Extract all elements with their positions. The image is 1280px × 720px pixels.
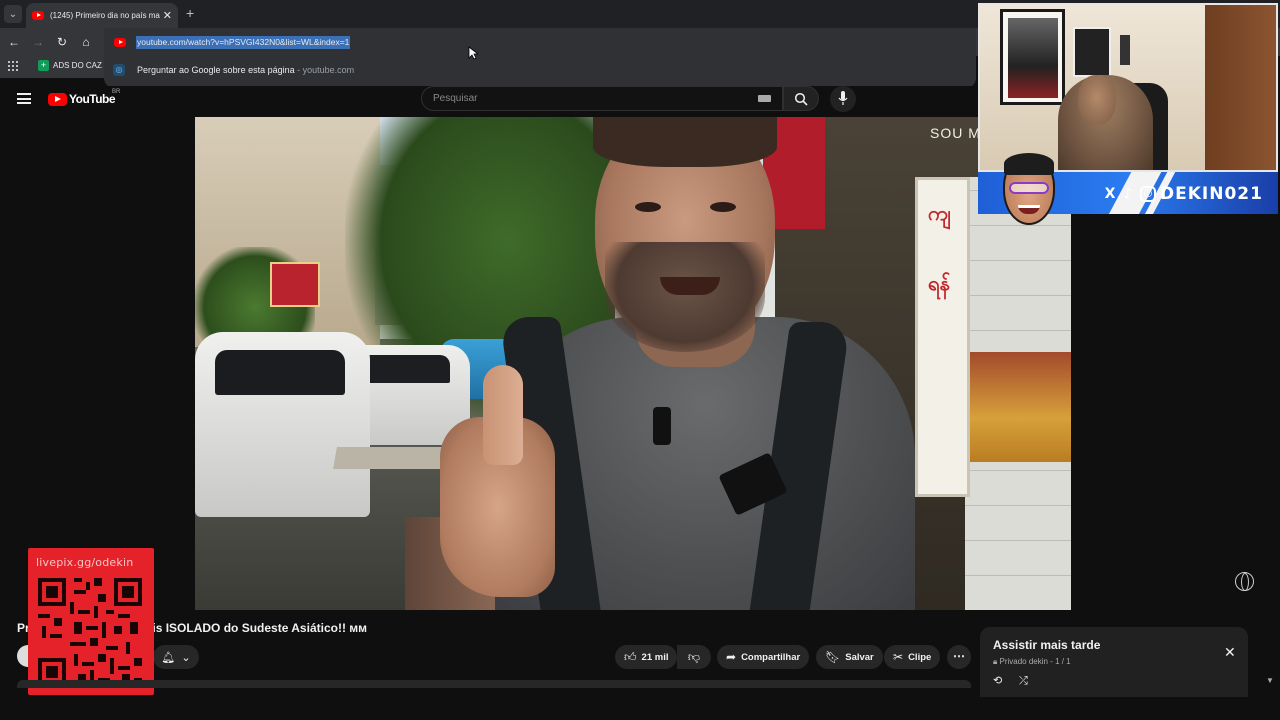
- bookmark-ads-do-caz[interactable]: ADS DO CAZ: [53, 61, 102, 70]
- close-icon[interactable]: ✕: [1224, 644, 1236, 661]
- apps-icon[interactable]: [8, 61, 18, 71]
- webcam-door: [1205, 5, 1276, 170]
- video-white-sign: ကျ ရန်: [915, 177, 970, 497]
- like-count: 21 mil: [641, 651, 669, 663]
- mic-icon: [838, 91, 848, 105]
- youtube-favicon-icon: [114, 38, 126, 47]
- scroll-down-arrow[interactable]: ▼: [1266, 676, 1274, 685]
- forward-icon[interactable]: →: [30, 34, 46, 50]
- video-player[interactable]: ကျ ရန် SOU M: [195, 117, 1071, 610]
- instagram-icon: ○: [1140, 186, 1156, 202]
- webcam-poster: [1120, 35, 1130, 65]
- new-tab-button[interactable]: +: [186, 5, 194, 21]
- clip-label: Clipe: [908, 651, 932, 663]
- video-person-eye: [635, 202, 661, 212]
- tiktok-icon: ♪: [1123, 186, 1133, 202]
- video-title-end: ais ISOLADO do Sudeste Asiático!! ᴍᴍ: [145, 621, 368, 635]
- video-sign-text: SOU M: [930, 125, 981, 141]
- youtube-logo[interactable]: YouTube: [48, 92, 116, 106]
- dislike-icon: 👎︎: [687, 649, 701, 664]
- playlist-title[interactable]: Assistir mais tarde: [993, 638, 1100, 652]
- save-icon: 🔖︎: [825, 650, 841, 664]
- save-label: Salvar: [845, 651, 874, 663]
- back-icon[interactable]: ←: [6, 34, 22, 50]
- subscription-bell-button[interactable]: 🔔︎ ⌄: [153, 645, 199, 669]
- loop-icon[interactable]: ⟲: [993, 674, 1002, 687]
- x-icon: X: [1104, 186, 1116, 202]
- suggestion-source: youtube.com: [302, 65, 355, 75]
- shuffle-icon[interactable]: ⤮: [1019, 674, 1028, 688]
- tab-title: (1245) Primeiro dia no país ma: [50, 11, 160, 20]
- playlist-subtitle: 🔒︎ Privado dekin - 1 / 1: [993, 657, 1071, 667]
- banner-streamer-name: DEKIN021: [1160, 184, 1263, 204]
- video-thumbs-up: [483, 365, 523, 465]
- country-code: BR: [112, 89, 121, 95]
- menu-icon[interactable]: [17, 93, 31, 104]
- webcam-overlay: [978, 3, 1278, 172]
- suggestion-separator: -: [294, 65, 303, 75]
- livepix-url: livepix.gg/odekin: [36, 556, 134, 569]
- browser-tab-youtube[interactable]: (1245) Primeiro dia no país ma ✕: [26, 3, 178, 28]
- video-jewelry-display: [970, 352, 1071, 462]
- video-person-hair: [593, 117, 777, 167]
- home-icon[interactable]: ⌂: [78, 34, 94, 50]
- description-box[interactable]: [17, 680, 971, 688]
- clip-button[interactable]: ✂ Clipe: [884, 645, 941, 669]
- video-lapel-mic: [653, 407, 671, 445]
- video-street-table: [333, 447, 457, 469]
- clip-icon: ✂: [893, 650, 904, 664]
- youtube-favicon-icon: [32, 11, 44, 20]
- youtube-logo-icon: [48, 92, 67, 106]
- more-icon[interactable]: ⋯: [947, 645, 971, 669]
- address-bar-url[interactable]: youtube.com/watch?v=hPSVGI432N0&list=WL&…: [136, 36, 351, 49]
- youtube-logo-text: YouTube: [69, 92, 116, 106]
- qr-code: [38, 578, 142, 686]
- omnibox-suggestion[interactable]: Perguntar ao Google sobre esta página - …: [137, 65, 354, 75]
- video-car-window: [215, 350, 345, 395]
- share-icon: ➦: [726, 650, 737, 664]
- keyboard-icon[interactable]: [758, 95, 771, 102]
- video-person-beard: [605, 242, 765, 352]
- dislike-button[interactable]: 👎︎: [677, 645, 711, 669]
- globe-icon[interactable]: [1235, 572, 1254, 591]
- like-icon: 👍︎: [624, 649, 637, 664]
- playlist-meta: Privado dekin - 1 / 1: [999, 657, 1071, 666]
- chevron-down-icon: ⌄: [181, 651, 191, 664]
- video-person-mouth: [660, 277, 720, 295]
- share-button[interactable]: ➦ Compartilhar: [717, 645, 810, 669]
- tab-close-icon[interactable]: ✕: [163, 9, 172, 22]
- bell-icon: 🔔︎: [161, 651, 176, 664]
- search-icon: [794, 92, 808, 106]
- like-button[interactable]: 👍︎ 21 mil: [615, 645, 677, 669]
- reload-icon[interactable]: ↻: [54, 34, 70, 50]
- webcam-poster: [1000, 9, 1065, 105]
- voice-search-button[interactable]: [830, 86, 856, 112]
- suggestion-text: Perguntar ao Google sobre esta página: [137, 65, 295, 75]
- webcam-poster: [1073, 27, 1111, 77]
- save-button[interactable]: 🔖︎ Salvar: [816, 645, 883, 669]
- video-shop-sign: [270, 262, 320, 307]
- search-button[interactable]: [783, 86, 819, 111]
- sheets-bookmark-icon: +: [38, 60, 49, 71]
- cartoon-glasses: [1009, 182, 1049, 194]
- cartoon-hair: [1004, 153, 1054, 175]
- video-person-eye: [710, 202, 736, 212]
- google-lens-icon: ◎: [113, 64, 125, 76]
- tab-search-button[interactable]: ⌄: [4, 5, 22, 23]
- webcam-person-head: [1078, 75, 1116, 125]
- share-label: Compartilhar: [741, 651, 801, 663]
- search-placeholder: Pesquisar: [433, 93, 478, 104]
